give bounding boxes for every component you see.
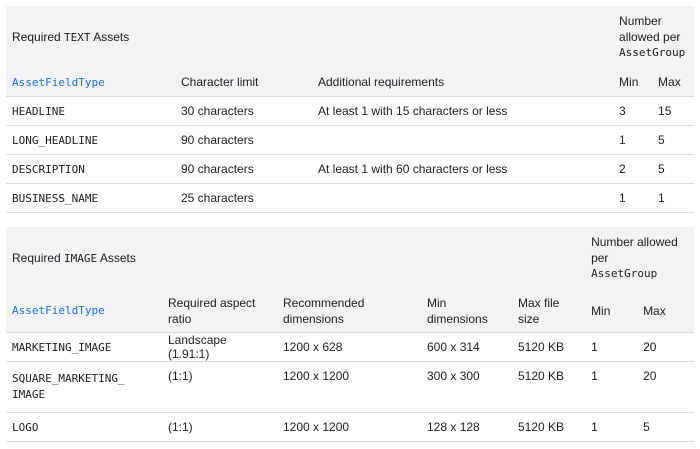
- text-assets-table: Required TEXT Assets Number allowed per …: [6, 6, 695, 213]
- table-row: LOGO (1:1) 1200 x 1200 128 x 128 5120 KB…: [6, 412, 695, 442]
- aspect-ratio-cell: (1:1): [162, 361, 277, 413]
- max-file-size-cell: 5120 KB: [512, 412, 586, 442]
- field-type-cell: HEADLINE: [6, 96, 175, 126]
- table-row: SQUARE_MARKETING_ IMAGE (1:1) 1200 x 120…: [6, 361, 695, 413]
- min-cell: 1: [613, 125, 653, 155]
- min-cell: 1: [613, 183, 653, 213]
- field-type-cell: LONG_HEADLINE: [6, 125, 175, 155]
- max-cell: 5: [652, 125, 695, 155]
- text-assets-title-row: Required TEXT Assets Number allowed per …: [6, 6, 695, 68]
- image-assets-title-row: Required IMAGE Assets Number allowed per…: [6, 227, 695, 289]
- asset-field-type-link[interactable]: AssetFieldType: [6, 68, 175, 97]
- table-row: MARKETING_IMAGE Landscape (1.91:1) 1200 …: [6, 332, 695, 362]
- image-assets-allowed-header: Number allowed per AssetGroup: [585, 227, 695, 289]
- max-cell: 20: [637, 361, 695, 413]
- header-min-dimensions: Min dimensions: [421, 289, 512, 333]
- table-row: LONG_HEADLINE 90 characters 1 5: [6, 125, 695, 155]
- aspect-ratio-cell: Landscape (1.91:1): [162, 332, 277, 362]
- min-cell: 1: [585, 361, 638, 413]
- field-type-cell: DESCRIPTION: [6, 154, 175, 184]
- min-cell: 1: [585, 332, 638, 362]
- recommended-cell: 1200 x 1200: [277, 361, 421, 413]
- char-limit-cell: 90 characters: [175, 154, 312, 184]
- asset-field-type-link[interactable]: AssetFieldType: [6, 289, 162, 333]
- table-row: BUSINESS_NAME 25 characters 1 1: [6, 183, 695, 213]
- header-recommended-dimensions: Recommended dimensions: [277, 289, 421, 333]
- additional-cell: At least 1 with 15 characters or less: [312, 96, 614, 126]
- additional-cell: [312, 125, 614, 155]
- max-file-size-cell: 5120 KB: [512, 361, 586, 413]
- max-cell: 5: [637, 412, 695, 442]
- max-cell: 20: [637, 332, 695, 362]
- max-file-size-cell: 5120 KB: [512, 332, 586, 362]
- additional-cell: [312, 183, 614, 213]
- max-cell: 15: [652, 96, 695, 126]
- table-row: DESCRIPTION 90 characters At least 1 wit…: [6, 154, 695, 184]
- field-type-cell: MARKETING_IMAGE: [6, 332, 162, 362]
- header-max: Max: [637, 289, 695, 333]
- min-cell: 2: [613, 154, 653, 184]
- min-dimensions-cell: 300 x 300: [421, 361, 512, 413]
- image-assets-title: Required IMAGE Assets: [6, 227, 586, 289]
- header-aspect-ratio: Required aspect ratio: [162, 289, 277, 333]
- max-cell: 5: [652, 154, 695, 184]
- char-limit-cell: 30 characters: [175, 96, 312, 126]
- recommended-cell: 1200 x 1200: [277, 412, 421, 442]
- header-min: Min: [585, 289, 638, 333]
- text-assets-allowed-header: Number allowed per AssetGroup: [613, 6, 695, 68]
- header-max: Max: [652, 68, 695, 97]
- field-type-cell: BUSINESS_NAME: [6, 183, 175, 213]
- table-row: HEADLINE 30 characters At least 1 with 1…: [6, 96, 695, 126]
- image-assets-header-row: AssetFieldType Required aspect ratio Rec…: [6, 289, 695, 333]
- min-dimensions-cell: 600 x 314: [421, 332, 512, 362]
- header-character-limit: Character limit: [175, 68, 312, 97]
- text-assets-header-row: AssetFieldType Character limit Additiona…: [6, 68, 695, 97]
- text-assets-title: Required TEXT Assets: [6, 6, 614, 68]
- field-type-cell: LOGO: [6, 412, 162, 442]
- min-cell: 3: [613, 96, 653, 126]
- header-additional-requirements: Additional requirements: [312, 68, 614, 97]
- char-limit-cell: 25 characters: [175, 183, 312, 213]
- header-max-file-size: Max file size: [512, 289, 586, 333]
- min-dimensions-cell: 128 x 128: [421, 412, 512, 442]
- additional-cell: At least 1 with 60 characters or less: [312, 154, 614, 184]
- max-cell: 1: [652, 183, 695, 213]
- min-cell: 1: [585, 412, 638, 442]
- aspect-ratio-cell: (1:1): [162, 412, 277, 442]
- char-limit-cell: 90 characters: [175, 125, 312, 155]
- header-min: Min: [613, 68, 653, 97]
- field-type-cell: SQUARE_MARKETING_ IMAGE: [6, 361, 162, 413]
- image-assets-table: Required IMAGE Assets Number allowed per…: [6, 227, 695, 442]
- recommended-cell: 1200 x 628: [277, 332, 421, 362]
